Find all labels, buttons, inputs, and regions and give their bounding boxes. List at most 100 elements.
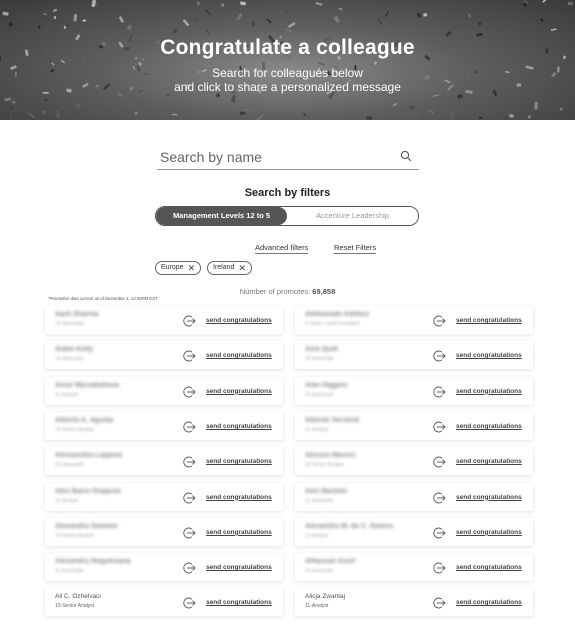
send-congratulations-link[interactable]: send congratulations: [206, 564, 272, 571]
filter-chip-ireland: Ireland ✕: [207, 261, 252, 275]
send-congratulations-link[interactable]: send congratulations: [206, 423, 272, 430]
colleague-role: 10-Associate: [55, 321, 84, 327]
confetti-piece: [542, 0, 547, 3]
confetti-piece: [2, 11, 9, 16]
colleague-name: Alan Higgins: [305, 381, 348, 389]
send-congratulations-link[interactable]: send congratulations: [456, 352, 522, 359]
confetti-piece: [75, 102, 82, 108]
colleague-role: 11-Analyst: [55, 497, 79, 504]
send-congratulations-link[interactable]: send congratulations: [456, 317, 522, 324]
colleague-card: Alexandru Negulesana 11-Associate send con…: [45, 553, 283, 582]
colleague-name: Alhassan Assif: [305, 558, 355, 566]
confetti-piece: [248, 104, 256, 107]
send-congratulations-link[interactable]: send congratulations: [456, 599, 522, 606]
send-arrow-icon[interactable]: [432, 526, 446, 539]
search-icon[interactable]: [400, 150, 412, 162]
confetti-piece: [221, 3, 225, 7]
confetti-piece: [205, 9, 211, 16]
colleague-card: Ali C. Ozhelvaci 10-Senior Analyst send co…: [45, 588, 283, 617]
send-congratulations-link[interactable]: send congratulations: [456, 564, 522, 571]
send-congratulations-link[interactable]: send congratulations: [206, 352, 272, 359]
send-arrow-icon[interactable]: [432, 314, 446, 327]
send-arrow-icon[interactable]: [432, 561, 446, 574]
send-arrow-icon[interactable]: [432, 491, 446, 503]
colleague-card: Alan Higgins 10-Associate send congratulat…: [295, 376, 533, 405]
colleague-role: 10-Senior Analyst: [305, 462, 345, 469]
colleague-role: 11-Associate: [305, 568, 334, 575]
colleague-card: Adebowale Adebisi 9-Team Lead/Consultant s…: [295, 306, 533, 334]
confetti-piece: [73, 14, 78, 22]
confetti-piece: [373, 61, 378, 65]
confetti-piece: [498, 25, 503, 29]
advanced-filters-link[interactable]: Advanced filters: [255, 243, 309, 254]
confetti-piece: [468, 13, 471, 18]
confetti-piece: [4, 97, 11, 102]
close-icon[interactable]: ✕: [188, 262, 196, 274]
colleague-name: Alex Bacci Dragusti: [55, 487, 121, 495]
send-congratulations-link[interactable]: send congratulations: [206, 599, 272, 606]
confetti-piece: [534, 101, 538, 110]
confetti-piece: [236, 13, 243, 21]
confetti-piece: [478, 116, 483, 119]
send-arrow-icon[interactable]: [182, 385, 196, 398]
toggle-accenture-leadership[interactable]: Accenture Leadership: [287, 207, 418, 225]
confetti-piece: [240, 1, 247, 6]
colleague-name: Alessandra Luppino: [55, 452, 123, 460]
send-congratulations-link[interactable]: send congratulations: [456, 458, 522, 465]
send-arrow-icon[interactable]: [182, 420, 196, 433]
send-arrow-icon[interactable]: [432, 385, 446, 398]
chip-label: Europe: [161, 264, 184, 271]
confetti-piece: [43, 13, 47, 16]
send-arrow-icon[interactable]: [432, 420, 446, 433]
toggle-management-levels[interactable]: Management Levels 12 to 5: [156, 207, 287, 225]
send-arrow-icon[interactable]: [182, 491, 196, 503]
colleague-role: 10-Associate: [305, 356, 334, 363]
confetti-piece: [55, 110, 60, 119]
send-arrow-icon[interactable]: [182, 526, 196, 539]
send-arrow-icon[interactable]: [182, 596, 196, 609]
send-congratulations-link[interactable]: send congratulations: [456, 494, 522, 501]
confetti-piece: [416, 12, 422, 18]
colleague-name: Alexandra Sammer: [55, 522, 119, 530]
colleague-role: 9-Team Lead/Consultant: [305, 321, 360, 327]
confetti-piece: [278, 30, 284, 34]
send-arrow-icon[interactable]: [182, 455, 196, 468]
confetti-piece: [302, 113, 306, 116]
send-congratulations-link[interactable]: send congratulations: [206, 458, 272, 465]
filter-chip-europe: Europe ✕: [155, 261, 202, 275]
confetti-piece: [333, 15, 340, 23]
send-arrow-icon[interactable]: [182, 314, 196, 327]
confetti-piece: [37, 25, 41, 30]
send-congratulations-link[interactable]: send congratulations: [206, 529, 272, 536]
send-arrow-icon[interactable]: [432, 596, 446, 609]
confetti-piece: [11, 99, 17, 105]
colleague-card: Alex Bastion 11-Associate send congratulat…: [295, 482, 533, 511]
send-arrow-icon[interactable]: [182, 561, 196, 574]
colleague-name: Alex Bastion: [305, 487, 348, 495]
colleague-card: Alessandra Luppino 10-Associate send congr…: [45, 447, 283, 476]
send-arrow-icon[interactable]: [432, 349, 446, 362]
colleague-role: 11-Analyst: [305, 426, 329, 433]
send-arrow-icon[interactable]: [182, 349, 196, 362]
confetti-piece: [9, 106, 14, 110]
reset-filters-link[interactable]: Reset Filters: [334, 243, 377, 254]
send-congratulations-link[interactable]: send congratulations: [456, 388, 522, 395]
confetti-piece: [409, 105, 415, 110]
confetti-background: [0, 0, 573, 120]
send-congratulations-link[interactable]: send congratulations: [206, 317, 272, 324]
confetti-piece: [82, 19, 86, 22]
close-icon[interactable]: ✕: [238, 262, 246, 274]
send-arrow-icon[interactable]: [432, 455, 446, 468]
confetti-piece: [118, 16, 124, 23]
colleague-card: Alexandra W. de C. Soares 11-Analyst send …: [295, 517, 533, 546]
send-congratulations-link[interactable]: send congratulations: [206, 494, 272, 501]
colleague-name: Alexandru Negulesana: [55, 558, 131, 566]
confetti-piece: [28, 112, 36, 119]
hero-subtitle-line2: and click to share a personalized messag…: [174, 80, 401, 94]
search-input[interactable]: [160, 146, 390, 168]
send-congratulations-link[interactable]: send congratulations: [456, 423, 522, 430]
send-congratulations-link[interactable]: send congratulations: [206, 388, 272, 395]
colleague-card: Alessio Macosi 10-Senior Analyst send cong…: [295, 447, 533, 476]
send-congratulations-link[interactable]: send congratulations: [456, 529, 522, 536]
colleague-card: Alex Bacci Dragusti 11-Analyst send congra…: [45, 482, 283, 511]
